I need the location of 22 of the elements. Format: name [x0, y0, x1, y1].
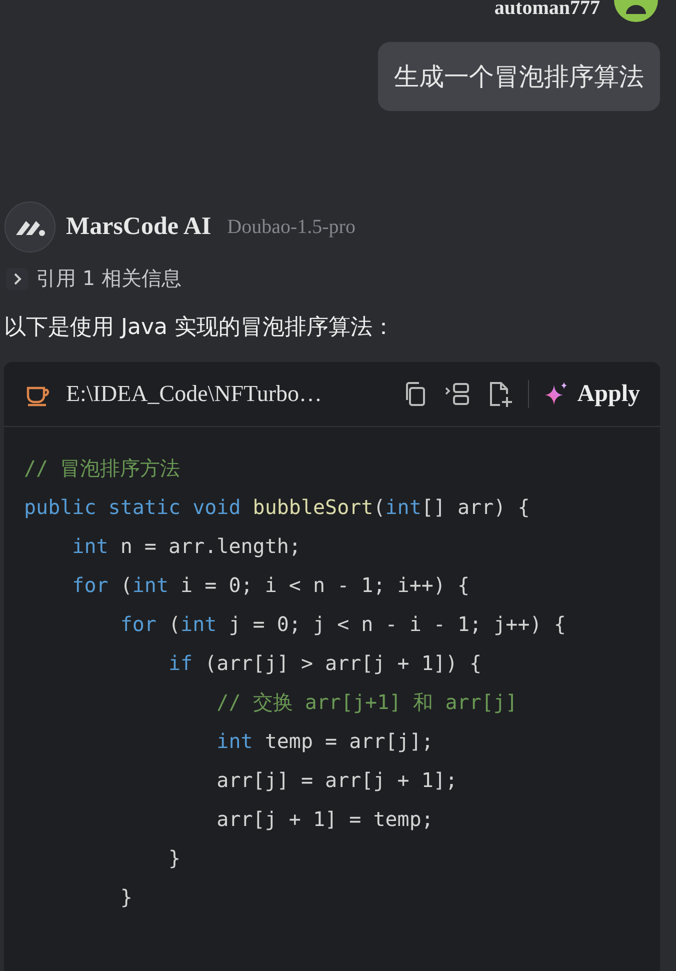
logo-icon [4, 201, 56, 253]
assistant-name: MarsCode AI [66, 213, 212, 241]
code-line: for (int i = 0; i < n - 1; i++) { [71, 572, 471, 599]
code-line: for (int j = 0; j < n - i - 1; j++) { [119, 611, 567, 638]
reference-toggle[interactable]: 引用 1 相关信息 [36, 265, 182, 292]
code-line: arr[j] = arr[j + 1]; [216, 767, 458, 794]
file-path: E:\IDEA_Code\NFTurbo… [66, 381, 323, 407]
code-line: } [167, 845, 182, 872]
code-line: int temp = arr[j]; [216, 728, 434, 755]
chevron-icon[interactable] [6, 268, 28, 290]
code-line: if (arr[j] > arr[j + 1]) { [167, 650, 483, 677]
code-line: // 交换 arr[j+1] 和 arr[j] [216, 689, 518, 716]
code-line: } [119, 884, 134, 911]
code-line: // 冒泡排序方法 [24, 455, 182, 482]
code-line: int n = arr.length; [71, 533, 302, 560]
user-message: 生成一个冒泡排序算法 [378, 42, 660, 111]
apply-button[interactable]: Apply [543, 380, 640, 408]
model-name: Doubao-1.5-pro [227, 216, 356, 238]
code-line: arr[j + 1] = temp; [216, 806, 434, 833]
code-line: public static void bubbleSort(int[] arr) { [24, 494, 531, 521]
user-name: automan777 [494, 0, 600, 16]
intro-text: 以下是使用 Java 实现的冒泡排序算法： [4, 314, 396, 342]
